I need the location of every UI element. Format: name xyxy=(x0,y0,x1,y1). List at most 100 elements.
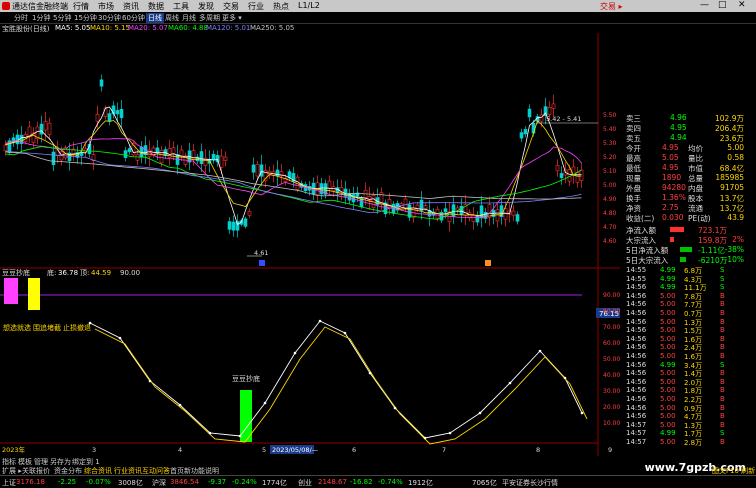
minimize-icon[interactable]: — xyxy=(700,0,709,10)
tick-time: 14:56 xyxy=(626,309,647,317)
menu-item[interactable]: 行业 xyxy=(248,1,264,12)
candle-body xyxy=(451,204,456,217)
indicator-dot xyxy=(178,403,182,407)
candle-body xyxy=(159,149,164,164)
menu-item[interactable]: 行情 xyxy=(73,1,89,12)
tick-direction: S xyxy=(720,360,725,369)
menu-item[interactable]: 热点 xyxy=(273,1,289,12)
candle-body xyxy=(511,210,516,216)
menu-item[interactable]: 数据 xyxy=(148,1,164,12)
period-tab[interactable]: 多周期 xyxy=(199,13,220,23)
tick-row: 14:55 4.99 6.8万 S xyxy=(626,266,744,275)
tick-price: 4.99 xyxy=(660,429,676,438)
period-tab[interactable]: 30分钟 xyxy=(98,13,121,23)
price-axis: 5.50 5.40 5.30 5.20 5.10 5.00 4.90 4.80 4.70 4.60 xyxy=(603,112,617,245)
menu-item[interactable]: 资讯 xyxy=(123,1,139,12)
trade-menu[interactable]: 交易 ▸ xyxy=(600,1,623,12)
candle-body xyxy=(199,151,204,164)
ma-header: 宝胜股份(日线) MA5: 5.05 MA10: 5.15 MA20: 5.07… xyxy=(0,23,600,33)
candle-body xyxy=(523,129,528,135)
candle-body xyxy=(123,150,128,158)
period-tab[interactable]: 60分钟 xyxy=(122,13,145,23)
menu-item[interactable]: 市场 xyxy=(98,1,114,12)
indicator-axis-label: 90.00 xyxy=(603,292,620,299)
period-tab[interactable]: 5分钟 xyxy=(53,13,71,23)
candle-body xyxy=(243,218,248,227)
candle-body xyxy=(223,156,228,161)
menu-item[interactable]: L1/L2 xyxy=(298,1,320,10)
quote-row: 现量 1890 总量 185985 xyxy=(626,173,744,183)
tick-row: 14:56 5.00 0.9万 B xyxy=(626,404,744,413)
indicator-level: 90.00 xyxy=(120,269,140,277)
candle-body xyxy=(255,163,260,177)
flow-row: 5日净流入额 -1.11亿 -38% xyxy=(626,245,744,255)
indicator-axis-label: 50.00 xyxy=(603,356,620,363)
menu-item[interactable]: 工具 xyxy=(173,1,189,12)
price-axis-label: 4.70 xyxy=(603,224,617,231)
tick-time: 14:56 xyxy=(626,317,647,326)
quote-value: 5.05 xyxy=(662,153,679,162)
tick-direction: S xyxy=(720,429,725,438)
price-axis-label: 4.60 xyxy=(603,238,617,245)
period-tab[interactable]: 周线 xyxy=(165,13,179,23)
candle-body xyxy=(575,171,580,183)
tick-price: 5.00 xyxy=(660,334,676,343)
indicator-dot xyxy=(238,434,242,438)
tick-row: 14:56 5.00 7.8万 B xyxy=(626,292,744,301)
ask-row[interactable]: 卖三 4.96 102.9万 xyxy=(626,113,744,123)
period-tab[interactable]: 更多 ▾ xyxy=(222,13,242,23)
period-tab-selected[interactable]: 日线 xyxy=(146,13,164,23)
indicator-axis-label: 70.00 xyxy=(603,324,620,331)
callout-text: 止损撤退 xyxy=(63,323,91,332)
close-icon[interactable]: ✕ xyxy=(738,0,746,10)
candle-body xyxy=(327,180,332,189)
candle-body xyxy=(219,155,224,168)
quote-value: 185985 xyxy=(715,173,744,182)
flow-value: -6210万 xyxy=(698,256,728,265)
buy-signal-label: 豆豆抄底 xyxy=(232,374,260,383)
indicator-dot xyxy=(148,379,152,383)
date-label: 8 xyxy=(536,446,540,454)
indicator-k-line xyxy=(89,320,583,439)
indicator-dot xyxy=(580,411,584,415)
candle-body xyxy=(495,209,500,222)
tick-time: 14:56 xyxy=(626,369,647,378)
tick-direction: B xyxy=(720,395,725,403)
ask-row[interactable]: 卖四 4.95 206.4万 xyxy=(626,123,744,133)
price-axis-label: 5.50 xyxy=(603,112,617,119)
index-change: -9.37 xyxy=(208,478,227,486)
event-marker-icon[interactable] xyxy=(485,260,491,266)
info-tabs: 扩展 ▸ 关联报价 资金分布 综合资讯 行业资讯 互动问答 首页新功能说明 xyxy=(0,466,620,475)
menu-item[interactable]: 发现 xyxy=(198,1,214,12)
candle-body xyxy=(567,169,572,182)
f10-button[interactable]: 图文F10 刷新 xyxy=(712,466,755,476)
tick-direction: B xyxy=(720,317,725,326)
period-tab[interactable]: 分时 xyxy=(14,13,28,23)
index-change: -2.25 xyxy=(58,478,77,486)
tick-row: 14:56 4.99 11.1万 S xyxy=(626,283,744,292)
period-tab[interactable]: 1分钟 xyxy=(32,13,50,23)
candle-body xyxy=(135,154,140,161)
indicator-dot xyxy=(448,431,452,435)
tick-direction: B xyxy=(720,403,725,412)
ask-row[interactable]: 卖五 4.94 23.6万 xyxy=(626,133,744,143)
kline-chart[interactable]: 5.50 5.40 5.30 5.20 5.10 5.00 4.90 4.80 4.70 4.60… xyxy=(0,33,620,456)
price-axis-label: 5.20 xyxy=(603,154,617,161)
quote-value: 1890 xyxy=(662,173,682,182)
maximize-icon[interactable]: □ xyxy=(718,0,727,10)
period-tab[interactable]: 15分钟 xyxy=(74,13,97,23)
flow-pct: -38% xyxy=(724,245,744,254)
candle-body xyxy=(215,155,220,163)
indicator-dot xyxy=(368,371,372,375)
candle-body xyxy=(95,113,100,122)
indicator-title: 豆豆抄底 xyxy=(2,268,30,277)
tick-direction: B xyxy=(720,352,725,360)
event-marker-icon[interactable] xyxy=(259,260,265,266)
candle-body xyxy=(259,164,264,177)
period-tab[interactable]: 月线 xyxy=(182,13,196,23)
candle-body xyxy=(559,173,564,178)
tick-price: 5.00 xyxy=(660,420,676,429)
ma120-value: MA120: 5.01 xyxy=(206,24,251,32)
menu-item[interactable]: 交易 xyxy=(223,1,239,12)
indicator-a-value: 36.78 xyxy=(58,269,78,277)
